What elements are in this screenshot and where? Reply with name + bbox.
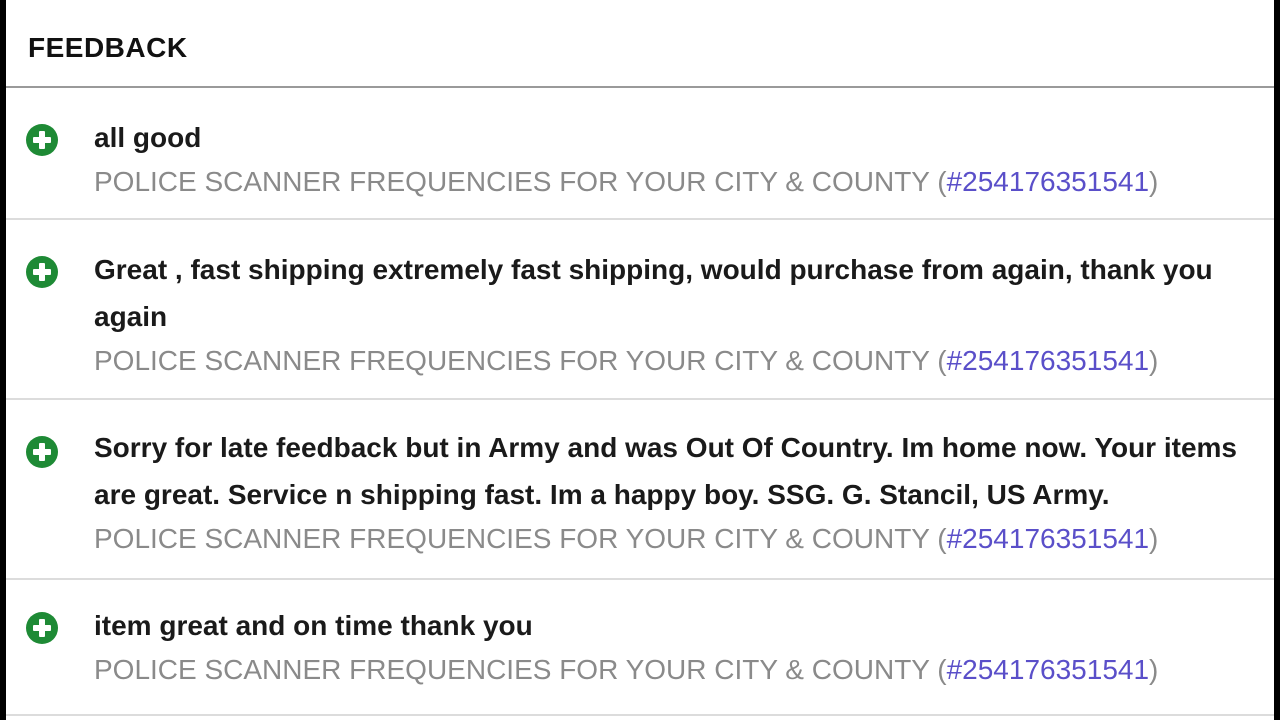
feedback-comment: all good — [94, 122, 202, 153]
positive-plus-icon — [26, 124, 58, 156]
item-number-link[interactable]: #254176351541 — [947, 166, 1149, 197]
feedback-header: FEEDBACK — [6, 0, 1274, 88]
feedback-entry: Sorry for late feedback but in Army and … — [6, 400, 1274, 580]
item-reference: POLICE SCANNER FREQUENCIES FOR YOUR CITY… — [94, 649, 1254, 691]
item-number-link[interactable]: #254176351541 — [947, 523, 1149, 554]
paren-close: ) — [1149, 523, 1159, 554]
feedback-comment: item great and on time thank you — [94, 610, 533, 641]
paren-open: ( — [937, 523, 947, 554]
item-title: POLICE SCANNER FREQUENCIES FOR YOUR CITY… — [94, 523, 930, 554]
positive-plus-icon — [26, 436, 58, 468]
paren-close: ) — [1149, 166, 1159, 197]
feedback-list: all good POLICE SCANNER FREQUENCIES FOR … — [6, 88, 1274, 716]
positive-plus-icon — [26, 612, 58, 644]
item-number-link[interactable]: #254176351541 — [947, 654, 1149, 685]
feedback-entry: all good POLICE SCANNER FREQUENCIES FOR … — [6, 88, 1274, 220]
paren-close: ) — [1149, 345, 1159, 376]
item-reference: POLICE SCANNER FREQUENCIES FOR YOUR CITY… — [94, 161, 1254, 203]
feedback-comment: Great , fast shipping extremely fast shi… — [94, 254, 1213, 332]
positive-plus-icon — [26, 256, 58, 288]
feedback-title: FEEDBACK — [28, 32, 188, 63]
item-title: POLICE SCANNER FREQUENCIES FOR YOUR CITY… — [94, 166, 930, 197]
item-title: POLICE SCANNER FREQUENCIES FOR YOUR CITY… — [94, 345, 930, 376]
feedback-panel: FEEDBACK all good POLICE SCANNER FREQUEN… — [6, 0, 1274, 720]
feedback-entry: Great , fast shipping extremely fast shi… — [6, 220, 1274, 400]
item-reference: POLICE SCANNER FREQUENCIES FOR YOUR CITY… — [94, 518, 1254, 560]
paren-close: ) — [1149, 654, 1159, 685]
paren-open: ( — [937, 166, 947, 197]
paren-open: ( — [937, 654, 947, 685]
paren-open: ( — [937, 345, 947, 376]
item-title: POLICE SCANNER FREQUENCIES FOR YOUR CITY… — [94, 654, 930, 685]
feedback-entry: item great and on time thank you POLICE … — [6, 580, 1274, 716]
item-reference: POLICE SCANNER FREQUENCIES FOR YOUR CITY… — [94, 340, 1254, 382]
feedback-comment: Sorry for late feedback but in Army and … — [94, 432, 1237, 510]
item-number-link[interactable]: #254176351541 — [947, 345, 1149, 376]
